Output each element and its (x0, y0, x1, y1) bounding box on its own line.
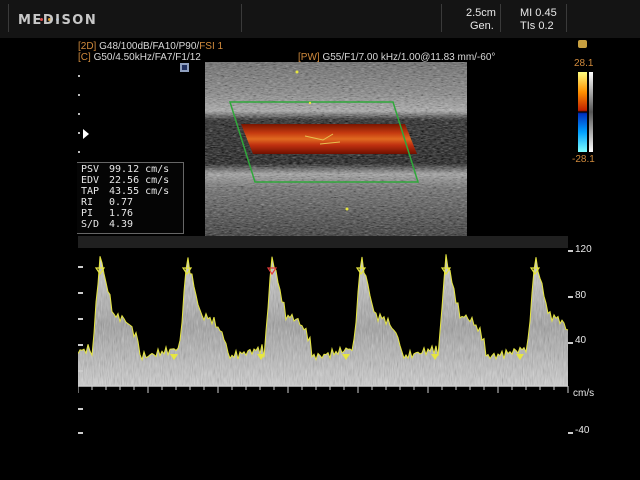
header-separator (500, 4, 501, 32)
velocity-scale-tick (568, 432, 573, 434)
velocity-trace-line (78, 254, 569, 362)
measurement-row: S/D 4.39 (81, 219, 134, 230)
velocity-scale-label: 120 (575, 244, 592, 255)
measurement-row: PSV 99.12 cm/s (81, 164, 170, 175)
time-ticks (78, 386, 569, 393)
velocity-tick (78, 408, 83, 410)
spectral-envelope (78, 254, 568, 386)
probe-orientation-icon (180, 63, 189, 72)
param-color-values: G50/4.50kHz/FA7/F1/12 (93, 52, 201, 63)
measurement-panel: PSV 99.12 cm/s EDV 22.56 cm/s TAP 43.55 cm/… (77, 162, 184, 234)
measurement-row: PI 1.76 (81, 208, 134, 219)
velocity-tick (78, 370, 83, 372)
frequency-mode: Gen. (470, 20, 494, 32)
doppler-cursor-dot (308, 101, 312, 105)
spectral-doppler-display (78, 236, 569, 434)
velocity-unit: cm/s (573, 388, 595, 399)
header-separator (441, 4, 442, 32)
mi-readout: MI 0.45 (520, 7, 557, 19)
velocity-scale-tick (568, 250, 573, 252)
header-separator (566, 4, 567, 32)
velocity-tick (78, 432, 83, 434)
param-2d-tag: [2D] (78, 41, 97, 52)
velocity-scale-label: -40 (575, 425, 590, 436)
depth-tick (78, 94, 80, 96)
color-velocity-bar (578, 72, 587, 152)
spectral-top-band (78, 236, 568, 248)
param-2d-line: [2D] G48/100dB/FA10/P90/FSI 1 (78, 41, 223, 52)
camera-icon (578, 40, 587, 48)
measurement-row: TAP 43.55 cm/s (81, 186, 170, 197)
velocity-scale-label: 80 (575, 290, 587, 301)
depth-tick (78, 151, 80, 153)
color-scale-min: -28.1 (572, 154, 595, 165)
velocity-scale-label: 40 (575, 335, 587, 346)
param-color-tag: [C] (78, 52, 91, 63)
velocity-scale-tick (568, 296, 573, 298)
depth-tick (78, 113, 80, 115)
bmode-image (205, 62, 467, 237)
param-2d-fsi: FSI 1 (199, 41, 224, 52)
measurement-row: EDV 22.56 cm/s (81, 175, 170, 186)
velocity-scale-tick (568, 342, 573, 344)
doppler-cursor-dot (295, 70, 299, 74)
depth-readout: 2.5cm (466, 7, 496, 19)
velocity-tick (78, 344, 83, 346)
depth-tick (78, 75, 80, 77)
color-scale-max: 28.1 (574, 58, 594, 69)
param-color-line: [C] G50/4.50kHz/FA7/F1/12 (78, 52, 201, 63)
doppler-cursor-dot (345, 207, 349, 211)
gray-scale-bar (589, 72, 593, 152)
velocity-tick (78, 266, 83, 268)
header-separator (8, 4, 9, 32)
color-flow-region (241, 124, 417, 154)
velocity-tick (78, 318, 83, 320)
measurement-row: RI 0.77 (81, 197, 134, 208)
header-separator (241, 4, 242, 32)
brand-logo: MEDISON (18, 13, 98, 28)
param-2d-values: G48/100dB/FA10/P90/ (99, 41, 200, 52)
depth-tick (78, 132, 80, 134)
velocity-tick (78, 292, 83, 294)
focus-marker-icon (83, 129, 89, 139)
tis-readout: TIs 0.2 (520, 20, 554, 32)
